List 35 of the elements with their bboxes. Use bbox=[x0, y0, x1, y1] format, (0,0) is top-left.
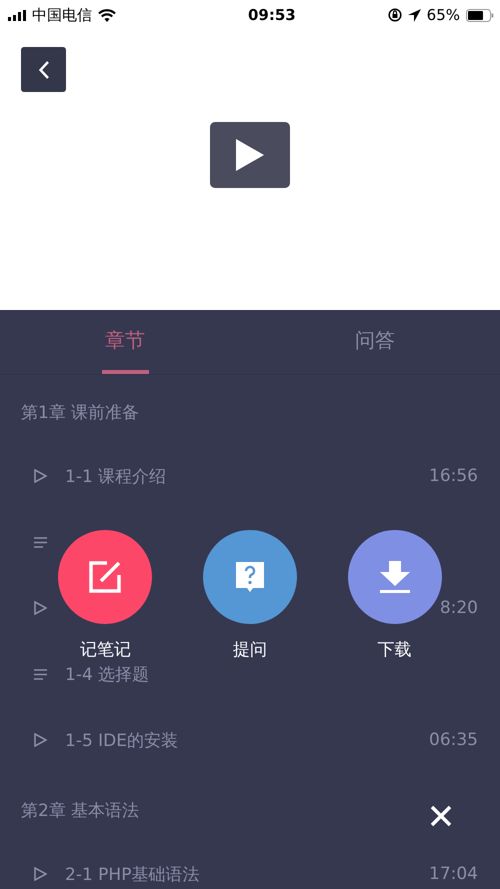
lesson-duration: 06:35 bbox=[429, 730, 478, 750]
action-button[interactable]: 下载 bbox=[348, 530, 442, 661]
chapter-title: 第2章 基本语法 bbox=[21, 800, 140, 822]
chapter-title: 第1章 课前准备 bbox=[21, 402, 140, 424]
download-icon bbox=[378, 560, 412, 594]
tab[interactable]: 问答 bbox=[250, 310, 500, 374]
play-icon bbox=[236, 139, 264, 171]
list-icon bbox=[34, 536, 47, 548]
carrier-name: 中国电信 bbox=[32, 6, 92, 24]
play-button[interactable] bbox=[210, 122, 290, 188]
lesson-duration: 8:20 bbox=[440, 598, 478, 618]
action-button[interactable]: 提问 bbox=[202, 530, 297, 661]
back-button[interactable] bbox=[21, 47, 66, 92]
clock-time: 09:53 bbox=[248, 6, 296, 24]
lesson-duration: 16:56 bbox=[429, 466, 478, 486]
lesson-title: 2-1 PHP基础语法 bbox=[65, 864, 200, 886]
location-arrow-icon bbox=[408, 8, 421, 22]
lesson-duration: 17:04 bbox=[429, 864, 478, 884]
play-outline-icon bbox=[34, 733, 47, 747]
action-button[interactable]: 记笔记 bbox=[58, 530, 152, 661]
rotation-lock-icon bbox=[388, 8, 402, 22]
play-outline-icon bbox=[34, 867, 47, 881]
play-outline-icon bbox=[34, 601, 47, 615]
list-icon bbox=[34, 668, 47, 680]
close-icon bbox=[430, 805, 452, 827]
signal-icon bbox=[8, 10, 26, 20]
lesson-title: 1-1 课程介绍 bbox=[65, 466, 168, 488]
battery-icon bbox=[466, 8, 494, 22]
wifi-icon bbox=[98, 8, 116, 22]
play-outline-icon bbox=[34, 469, 47, 483]
lesson-title: 1-4 选择题 bbox=[65, 664, 150, 686]
chevron-left-icon bbox=[38, 60, 48, 78]
lesson-title: 1-5 IDE的安装 bbox=[65, 730, 180, 752]
edit-icon bbox=[87, 559, 124, 595]
battery-percent: 65% bbox=[426, 6, 460, 24]
